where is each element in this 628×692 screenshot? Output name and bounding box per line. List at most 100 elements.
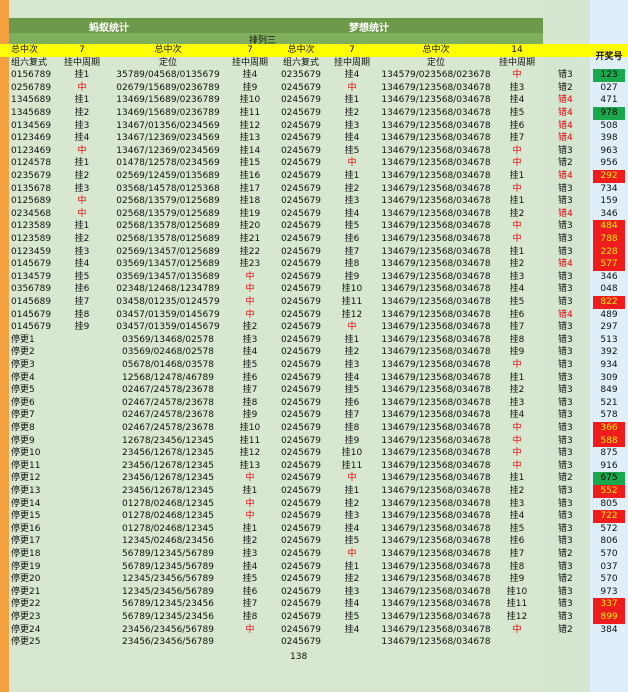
data-cell: 134679/123568/034678 <box>381 599 491 610</box>
data-cell: 134679/123568/034678 <box>381 95 491 106</box>
data-cell: 23456/12678/12345 <box>122 473 214 484</box>
data-cell: 挂3 <box>74 246 90 257</box>
data-cell: 停更9 <box>11 435 35 446</box>
data-cell: 挂4 <box>242 561 258 572</box>
data-cell: 134679/123568/034678 <box>381 82 491 93</box>
data-cell: 挂2 <box>242 322 258 333</box>
draw-number: 384 <box>600 624 618 635</box>
column-header: 挂中周期 <box>63 57 100 68</box>
summary-cell: 总中次 <box>11 45 39 55</box>
data-cell: 0245679 <box>280 208 322 219</box>
data-cell: 中 <box>245 473 255 484</box>
data-cell: 134679/123568/034678 <box>381 309 491 320</box>
data-cell: 挂1 <box>509 171 525 181</box>
table-row: 停更3 05678/01468/03578 挂5 0245679 挂3 134679/12… <box>0 359 628 372</box>
data-cell: 中 <box>512 435 522 446</box>
data-cell: 0245679 <box>280 234 322 244</box>
data-cell: 挂5 <box>509 108 525 118</box>
data-cell: 134679/123568/034678 <box>381 385 491 396</box>
data-cell: 挂5 <box>242 574 258 585</box>
data-cell: 中 <box>245 309 255 320</box>
error-count: 错2 <box>558 473 573 484</box>
data-cell: 挂1 <box>74 221 90 232</box>
data-cell: 挂5 <box>344 385 360 396</box>
draw-number: 027 <box>600 82 618 93</box>
data-cell: 中 <box>77 196 87 207</box>
data-cell: 挂6 <box>509 536 525 547</box>
table-row: 停更8 02467/24578/23678 挂10 0245679 挂8 134679/1… <box>0 422 628 435</box>
data-cell: 56789/12345/23456 <box>122 599 214 610</box>
data-cell: 0145679 <box>11 309 52 320</box>
data-cell: 134679/123568/034678 <box>381 637 491 648</box>
data-cell: 挂7 <box>344 410 360 421</box>
data-cell: 134679/123568/034678 <box>381 574 491 585</box>
data-cell: 13469/15689/0236789 <box>116 95 220 106</box>
data-cell: 23456/12678/12345 <box>122 460 214 471</box>
data-cell: 挂13 <box>239 133 261 144</box>
data-cell <box>62 460 102 473</box>
data-cell: 挂4 <box>344 133 360 144</box>
data-cell <box>62 346 102 359</box>
data-cell: 0245679 <box>280 448 322 459</box>
draw-number: 346 <box>600 208 618 219</box>
data-cell: 13467/12369/0234569 <box>116 145 220 156</box>
data-cell <box>62 472 102 485</box>
data-cell: 挂15 <box>239 158 261 169</box>
data-cell: 134679/123568/034678 <box>381 360 491 370</box>
data-cell: 挂2 <box>74 171 90 181</box>
data-cell: 134679/123568/034678 <box>381 410 491 421</box>
table-row: 停更25 23456/23456/56789 0245679 134679/12356… <box>0 636 628 649</box>
column-header: 定位 <box>158 57 177 68</box>
table-row: 1345689 挂2 13469/15689/0236789 挂11 0245679 挂2… <box>0 107 628 120</box>
data-cell: 12345/23456/56789 <box>122 586 214 597</box>
data-cell: 0156789 <box>11 70 52 81</box>
data-cell: 停更17 <box>11 536 41 547</box>
data-cell: 挂4 <box>509 284 525 295</box>
data-cell: 挂1 <box>74 158 90 169</box>
table-row: 停更15 01278/02468/12345 中 0245679 挂3 134679/12… <box>0 510 628 523</box>
data-cell: 02348/12468/1234789 <box>116 284 220 295</box>
data-cell <box>62 359 102 372</box>
draw-number: 822 <box>593 296 625 309</box>
data-cell: 挂18 <box>239 196 261 207</box>
data-cell: 中 <box>512 448 522 459</box>
draw-number: 471 <box>600 95 618 106</box>
data-cell <box>62 435 102 448</box>
data-cell: 挂5 <box>242 360 258 370</box>
data-cell: 停更14 <box>11 498 41 509</box>
draw-number: 398 <box>600 133 618 144</box>
data-cell: 03457/01359/0145679 <box>116 309 220 320</box>
data-cell <box>62 636 102 649</box>
data-cell: 中 <box>512 460 522 471</box>
data-cell: 中 <box>512 158 522 169</box>
data-cell: 134679/123568/034678 <box>381 297 491 307</box>
table-row: 0135678 挂3 03568/14578/0125368 挂17 0245679 挂2… <box>0 183 628 196</box>
summary-row: 总中次 7 总中次 7 总中次 7 总中次 14 <box>0 44 628 57</box>
draw-number: 978 <box>593 107 625 120</box>
data-cell: 0245679 <box>280 221 322 232</box>
error-count: 错3 <box>558 523 573 534</box>
data-cell: 03568/14578/0125368 <box>116 183 220 194</box>
error-count: 错3 <box>558 599 573 610</box>
data-cell: 中 <box>512 145 522 156</box>
draw-number: 521 <box>600 397 618 408</box>
data-cell: 挂1 <box>509 196 525 207</box>
table-row: 停更20 12345/23456/56789 挂5 0245679 挂2 134679/1… <box>0 573 628 586</box>
table-row: 停更2 03569/02468/02578 挂4 0245679 挂2 134679/12… <box>0 346 628 359</box>
data-cell: 0245679 <box>280 108 322 118</box>
error-count: 错3 <box>558 385 573 396</box>
data-cell: 134679/123568/034678 <box>381 347 491 358</box>
data-cell: 挂12 <box>239 120 261 131</box>
data-cell: 0245679 <box>280 271 322 282</box>
data-cell: 0123459 <box>11 246 52 257</box>
data-cell: 02568/13579/0125689 <box>116 208 220 219</box>
draw-number: 048 <box>600 284 618 295</box>
data-cell: 挂3 <box>509 397 525 408</box>
data-cell: 0123469 <box>11 133 52 144</box>
data-cell: 挂4 <box>344 70 360 81</box>
draw-number: 228 <box>593 245 625 259</box>
data-cell: 挂11 <box>341 460 363 471</box>
data-cell: 134679/123568/034678 <box>381 397 491 408</box>
data-cell: 挂22 <box>239 246 261 257</box>
data-cell: 0245679 <box>280 82 322 93</box>
